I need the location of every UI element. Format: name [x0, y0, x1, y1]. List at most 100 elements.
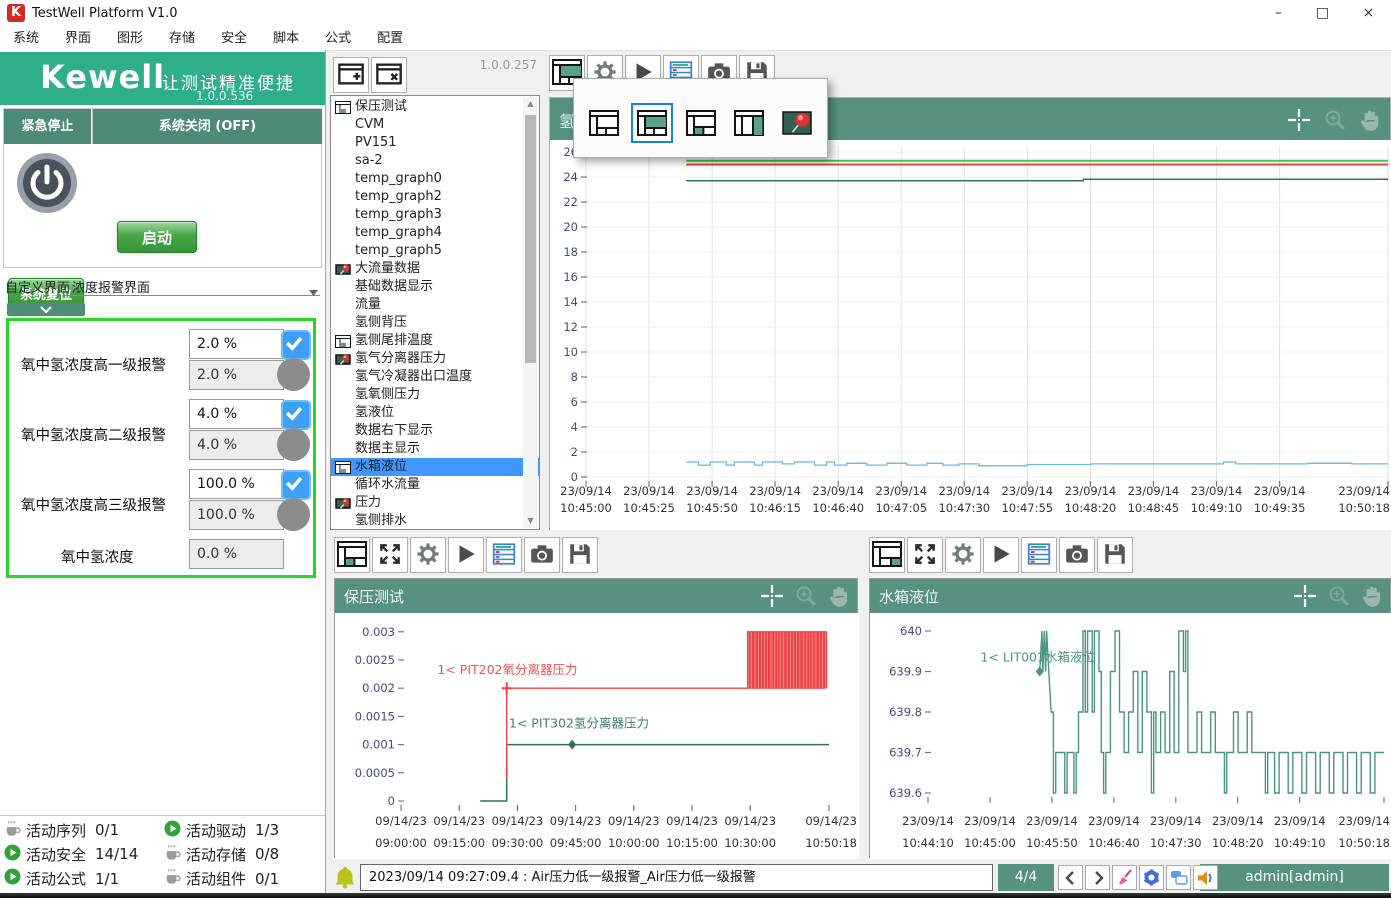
gear-button[interactable]	[410, 537, 446, 573]
caret-down-icon[interactable]	[309, 285, 318, 300]
tree-item-temp_graph0[interactable]: temp_graph0	[331, 170, 539, 188]
svg-text:12: 12	[563, 320, 578, 334]
svg-text:10:45:50: 10:45:50	[686, 501, 738, 515]
pan-hand-icon[interactable]	[1358, 107, 1384, 133]
table-button[interactable]	[1021, 537, 1057, 573]
tree-item-氢气分离器压力[interactable]: 氢气分离器压力	[331, 350, 539, 368]
start-button[interactable]: 启动	[117, 221, 197, 253]
tree-item-CVM[interactable]: CVM	[331, 116, 539, 134]
tree-item-循环水流量[interactable]: 循环水流量	[331, 476, 539, 494]
tree-item-大流量数据[interactable]: 大流量数据	[331, 260, 539, 278]
crosshair-icon[interactable]	[1292, 583, 1318, 609]
expand-button[interactable]	[907, 537, 943, 573]
menu-item-图形[interactable]: 图形	[104, 27, 156, 50]
menu-item-配置[interactable]: 配置	[364, 27, 416, 50]
table-button[interactable]	[486, 537, 522, 573]
prev-button[interactable]	[1058, 865, 1083, 890]
tree-item-temp_graph5[interactable]: temp_graph5	[331, 242, 539, 260]
tree-item-基础数据显示[interactable]: 基础数据显示	[331, 278, 539, 296]
svg-text:10:47:30: 10:47:30	[1150, 836, 1202, 850]
next-button[interactable]	[1085, 865, 1110, 890]
tree-item-PV151[interactable]: PV151	[331, 134, 539, 152]
tree-item-temp_graph4[interactable]: temp_graph4	[331, 224, 539, 242]
save-button[interactable]	[1097, 537, 1133, 573]
layout-bl2-option[interactable]	[680, 103, 721, 143]
holding-test-chart[interactable]: 00.00050.0010.00150.0020.00250.00309/14/…	[335, 613, 859, 859]
layout-plain-option[interactable]	[583, 103, 624, 143]
crosshair-icon[interactable]	[1286, 107, 1312, 133]
menu-item-系统[interactable]: 系统	[0, 27, 52, 50]
emergency-stop-button[interactable]	[15, 151, 79, 215]
menu-item-界面[interactable]: 界面	[52, 27, 104, 50]
camera-button[interactable]	[524, 537, 560, 573]
alarm-row-label: 氧中氢浓度高二级报警	[21, 424, 189, 445]
save-button[interactable]	[562, 537, 598, 573]
alarm-setpoint-input[interactable]: 4.0 %	[189, 399, 284, 429]
expand-button[interactable]	[372, 537, 408, 573]
tree-item-氢侧背压[interactable]: 氢侧背压	[331, 314, 539, 332]
alarm-setpoint-input[interactable]: 100.0 %	[189, 469, 284, 499]
scroll-thumb[interactable]	[525, 115, 536, 363]
alarm-setpoint-input[interactable]: 2.0 %	[189, 329, 284, 359]
maximize-button[interactable]: □	[1300, 0, 1345, 27]
alarm-message[interactable]: 2023/09/14 09:27:09.4 : Air压力低一级报警_Air压力…	[360, 864, 993, 891]
tank-level-chart[interactable]: 639.6639.7639.8639.964023/09/1410:44:102…	[870, 613, 1391, 859]
alarm-enable-checkbox[interactable]	[281, 330, 311, 360]
hydrogen-side-chart[interactable]: 0246810121416182022242623/09/1410:45:002…	[550, 140, 1391, 530]
close-window-button[interactable]	[371, 57, 407, 93]
custom-view-label: 自定义界面	[5, 277, 70, 296]
zoom-icon[interactable]	[793, 583, 819, 609]
tree-item-水箱液位[interactable]: 水箱液位	[331, 458, 539, 476]
tree-item-压力[interactable]: 压力	[331, 494, 539, 512]
tree-item-sa-2[interactable]: sa-2	[331, 152, 539, 170]
camera-button[interactable]	[1059, 537, 1095, 573]
scroll-up-icon[interactable]: ▲	[523, 97, 538, 111]
pan-hand-icon[interactable]	[827, 583, 853, 609]
tree-item-氢侧排水[interactable]: 氢侧排水	[331, 512, 539, 530]
svg-text:10:30:00: 10:30:00	[724, 836, 776, 850]
tree-item-数据主显示[interactable]: 数据主显示	[331, 440, 539, 458]
menu-item-存储[interactable]: 存储	[156, 27, 208, 50]
tree-item-氢侧尾排温度[interactable]: 氢侧尾排温度	[331, 332, 539, 350]
tree-item-氢液位[interactable]: 氢液位	[331, 404, 539, 422]
zoom-icon[interactable]	[1326, 583, 1352, 609]
tree-item-数据右下显示[interactable]: 数据右下显示	[331, 422, 539, 440]
zoom-icon[interactable]	[1322, 107, 1348, 133]
svg-text:6: 6	[571, 395, 578, 409]
settings-button[interactable]	[1139, 865, 1164, 890]
alarm-bell-icon[interactable]	[335, 866, 355, 893]
clean-button[interactable]	[1112, 865, 1137, 890]
tree-scrollbar[interactable]: ▲ ▼	[523, 97, 538, 528]
minimize-button[interactable]: –	[1256, 0, 1301, 27]
scroll-down-icon[interactable]: ▼	[523, 514, 538, 528]
layout-br-button[interactable]	[869, 537, 905, 573]
tree-item-temp_graph3[interactable]: temp_graph3	[331, 206, 539, 224]
play-button[interactable]	[983, 537, 1019, 573]
tree-item-氢氧侧压力[interactable]: 氢氧侧压力	[331, 386, 539, 404]
alarm-row-label: 氧中氢浓度高三级报警	[21, 494, 189, 515]
tree-item-氢气冷凝器出口温度[interactable]: 氢气冷凝器出口温度	[331, 368, 539, 386]
tree-item-流量[interactable]: 流量	[331, 296, 539, 314]
layout-bl-button[interactable]	[334, 537, 370, 573]
pin-screen-option[interactable]	[777, 103, 818, 143]
menu-item-安全[interactable]: 安全	[208, 27, 260, 50]
layout-right-option[interactable]	[728, 103, 769, 143]
crosshair-icon[interactable]	[759, 583, 785, 609]
messages-button[interactable]	[1166, 865, 1191, 890]
sound-button[interactable]	[1193, 865, 1218, 890]
alarm-enable-checkbox[interactable]	[281, 400, 311, 430]
pan-hand-icon[interactable]	[1360, 583, 1386, 609]
tree-item-保压测试[interactable]: 保压测试	[331, 98, 539, 116]
play-button[interactable]	[448, 537, 484, 573]
menu-item-脚本[interactable]: 脚本	[260, 27, 312, 50]
layout-top-option[interactable]	[631, 103, 672, 143]
close-button[interactable]: ×	[1346, 0, 1391, 27]
alarm-enable-checkbox[interactable]	[281, 470, 311, 500]
svg-text:16: 16	[563, 270, 578, 284]
collapse-tab[interactable]	[7, 303, 85, 316]
tree-item-label: 数据主显示	[355, 440, 420, 458]
gear-button[interactable]	[945, 537, 981, 573]
new-window-button[interactable]	[333, 57, 369, 93]
tree-item-temp_graph2[interactable]: temp_graph2	[331, 188, 539, 206]
menu-item-公式[interactable]: 公式	[312, 27, 364, 50]
